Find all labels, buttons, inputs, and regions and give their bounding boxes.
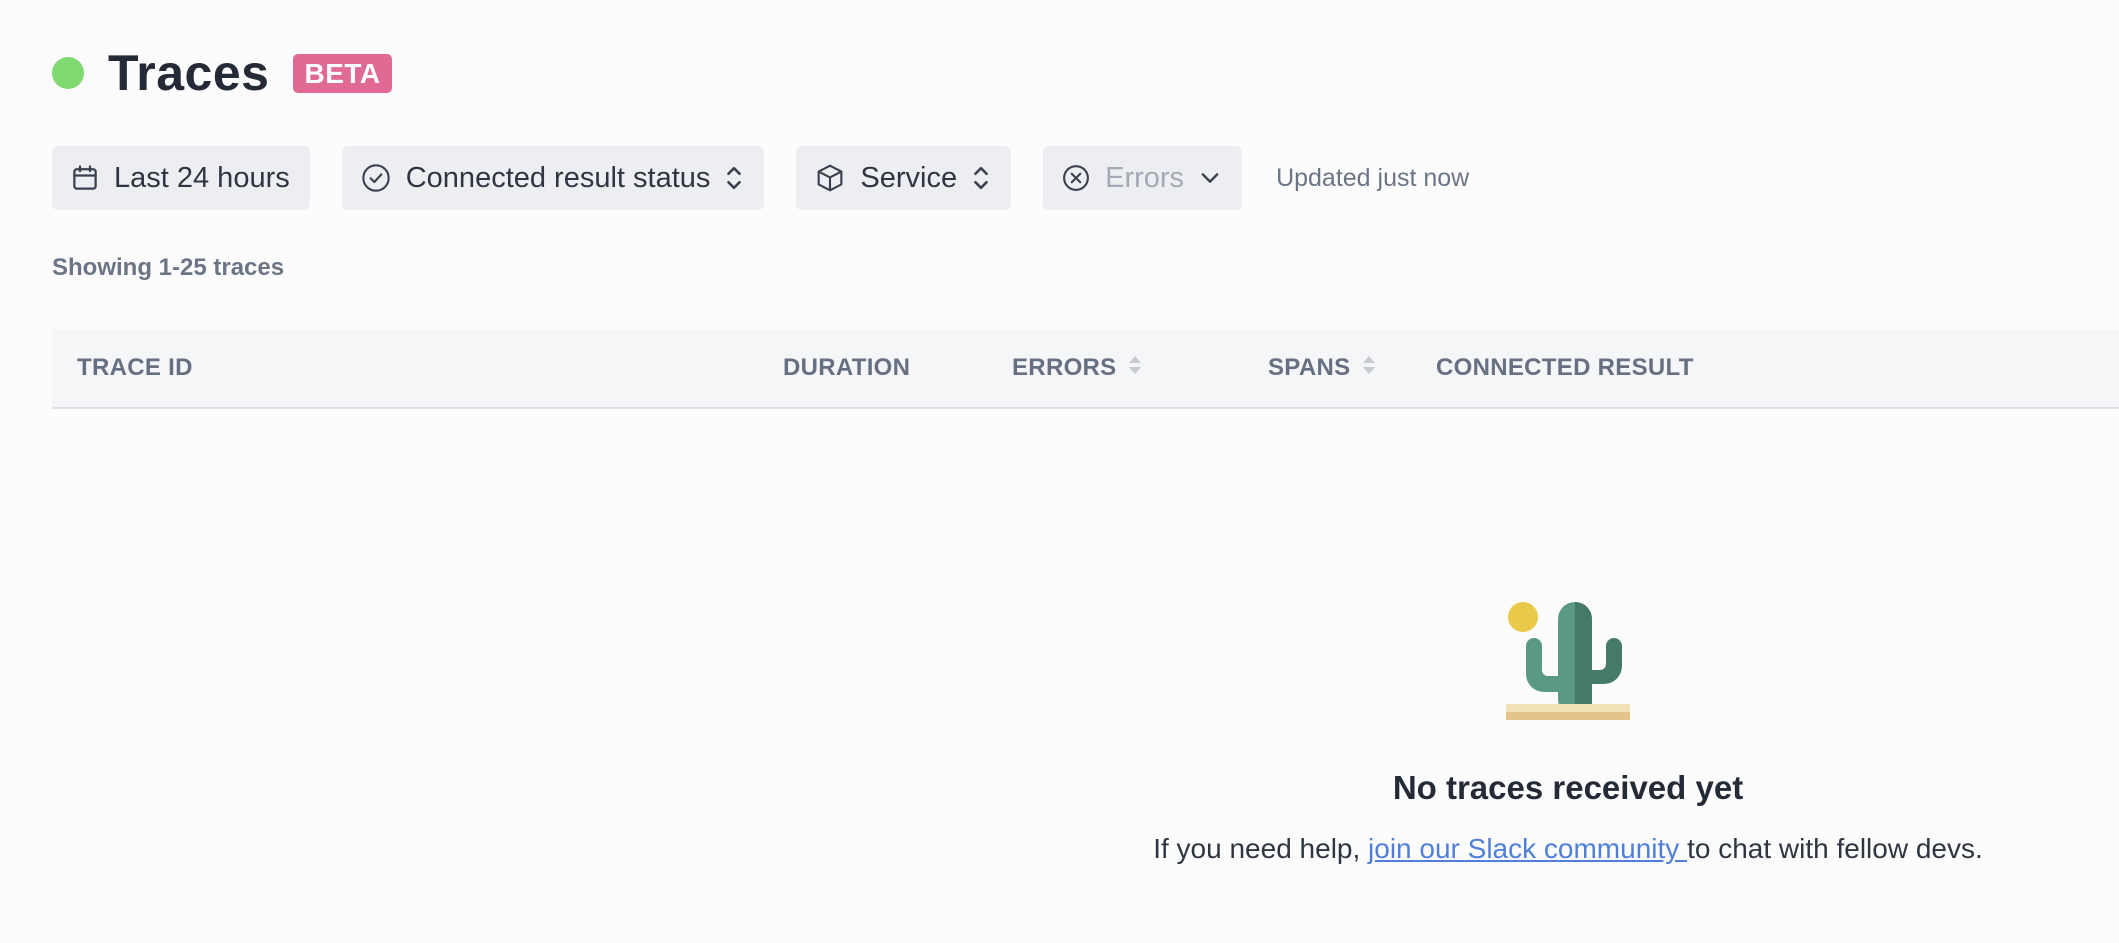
column-spans[interactable]: SPANS (1268, 329, 1376, 407)
chevron-down-icon (1198, 166, 1222, 190)
results-count: Showing 1-25 traces (52, 254, 285, 281)
beta-badge: BETA (293, 53, 392, 93)
page-title: Traces (108, 45, 270, 101)
empty-state-text: If you need help, join our Slack communi… (1060, 833, 2076, 865)
column-spans-label: SPANS (1268, 354, 1351, 381)
table-header: TRACE ID DURATION ERRORS SPANS CONNECTED… (52, 329, 2119, 409)
filter-bar: Last 24 hours Connected result status Se… (52, 146, 1469, 210)
cactus-illustration-icon (1506, 602, 1630, 720)
service-select[interactable]: Service (796, 146, 1012, 210)
service-label: Service (860, 161, 958, 194)
updated-status: Updated just now (1276, 163, 1470, 192)
slack-community-link[interactable]: join our Slack community (1368, 833, 1687, 864)
x-circle-icon (1061, 163, 1091, 193)
time-range-label: Last 24 hours (114, 161, 290, 194)
chevron-up-down-icon (971, 164, 991, 192)
chevron-up-down-icon (724, 164, 744, 192)
column-connected-result: CONNECTED RESULT (1436, 354, 1694, 381)
column-errors-label: ERRORS (1012, 354, 1117, 381)
errors-select[interactable]: Errors (1043, 146, 1243, 210)
empty-text-before: If you need help, (1153, 833, 1369, 864)
empty-text-after: to chat with fellow devs. (1687, 833, 1983, 864)
sort-icon[interactable] (1362, 354, 1376, 383)
sort-icon[interactable] (1128, 354, 1142, 383)
time-range-button[interactable]: Last 24 hours (52, 146, 310, 210)
connected-result-status-label: Connected result status (405, 161, 711, 194)
cube-icon (814, 162, 846, 194)
status-dot-icon (52, 57, 84, 89)
empty-state: No traces received yet If you need help,… (1060, 600, 2076, 865)
column-trace-id: TRACE ID (77, 354, 193, 381)
column-errors[interactable]: ERRORS (1012, 329, 1142, 407)
page-header: Traces BETA (52, 44, 392, 102)
check-circle-icon (360, 162, 392, 194)
connected-result-status-select[interactable]: Connected result status (341, 146, 765, 210)
errors-select-label: Errors (1105, 161, 1185, 194)
empty-state-title: No traces received yet (1392, 769, 1744, 806)
calendar-icon (70, 163, 100, 193)
column-duration: DURATION (783, 354, 911, 381)
